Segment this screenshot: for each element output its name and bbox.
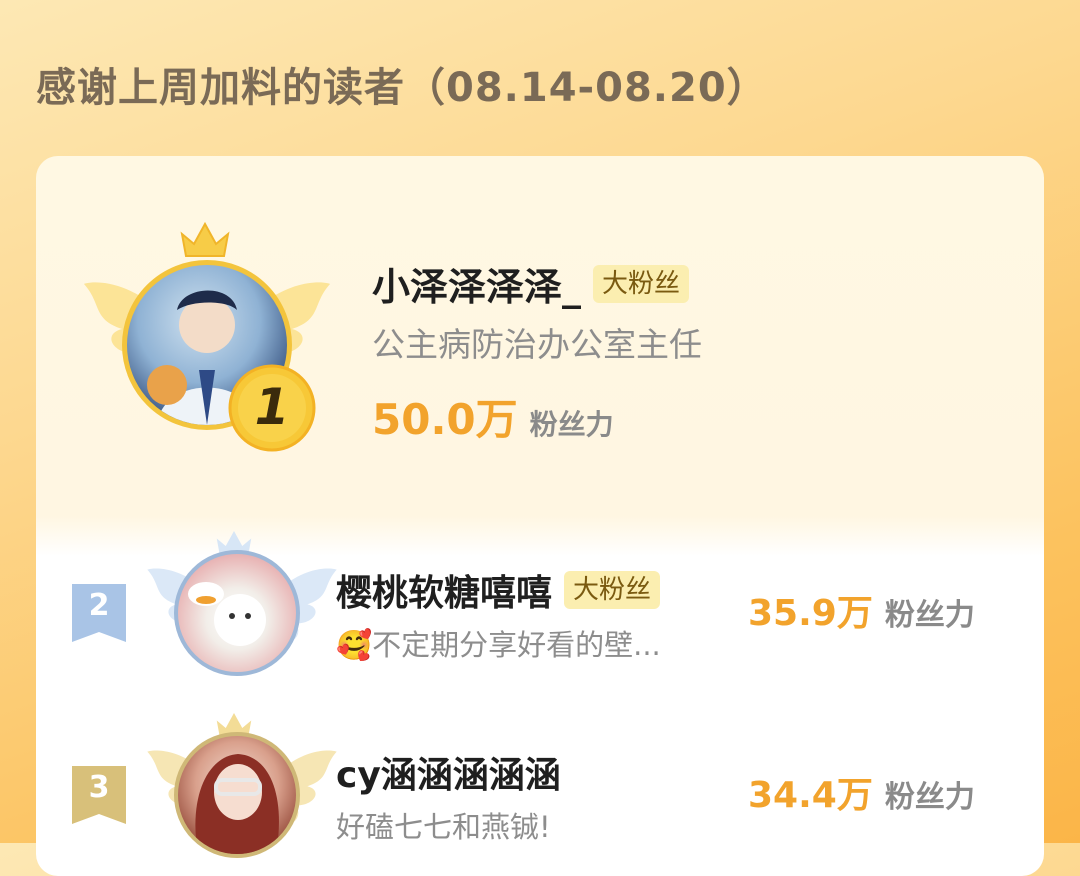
fans-unit: 粉丝力: [884, 780, 975, 815]
crown-icon: [180, 221, 230, 257]
user-description: 公主病防治办公室主任: [372, 325, 702, 364]
rank-number: 2: [88, 588, 110, 623]
rank-number: 3: [88, 770, 110, 805]
fans-power: 50.0万 粉丝力: [372, 386, 614, 447]
rank-number: 1: [254, 378, 290, 436]
rank-badge-icon: 3: [72, 766, 126, 824]
fans-power: 35.9万 粉丝力: [748, 584, 975, 636]
rank-1-entry[interactable]: 1 小泽泽泽泽_ 大粉丝 公主病防治办公室主任 50.0万 粉丝力: [36, 156, 1044, 516]
fans-value: 34.4万: [748, 775, 873, 816]
user-name[interactable]: 樱桃软糖嘻嘻: [336, 564, 552, 616]
user-description: 🥰不定期分享好看的壁...: [336, 628, 661, 662]
user-description: 好磕七七和燕铖!: [336, 810, 551, 844]
avatar[interactable]: [174, 550, 300, 676]
fans-power: 34.4万 粉丝力: [748, 766, 975, 818]
rank-2-entry[interactable]: 2 樱桃软糖嘻嘻 大粉丝 🥰不定期分享好看的壁... 35.9万 粉丝力: [36, 528, 1044, 688]
rank-3-entry[interactable]: 3 cy涵涵涵涵涵 好磕七七和燕铖! 34.4万 粉丝力: [36, 710, 1044, 876]
avatar[interactable]: [174, 732, 300, 858]
avatar-image: [195, 754, 279, 854]
fans-unit: 粉丝力: [529, 408, 614, 441]
user-name[interactable]: cy涵涵涵涵涵: [336, 746, 561, 798]
fans-unit: 粉丝力: [884, 598, 975, 633]
emoji-icon: 🥰: [336, 628, 373, 662]
fan-badge: 大粉丝: [564, 571, 661, 609]
fan-badge: 大粉丝: [593, 264, 690, 303]
fans-value: 50.0万: [372, 395, 518, 444]
user-name[interactable]: 小泽泽泽泽_: [372, 256, 581, 311]
leaderboard-card: 1 小泽泽泽泽_ 大粉丝 公主病防治办公室主任 50.0万 粉丝力 2 樱桃软糖…: [36, 156, 1044, 876]
fans-value: 35.9万: [748, 593, 873, 634]
page-title: 感谢上周加料的读者（08.14-08.20）: [36, 65, 768, 111]
rank-badge-icon: 2: [72, 584, 126, 642]
avatar-image: [188, 582, 266, 646]
